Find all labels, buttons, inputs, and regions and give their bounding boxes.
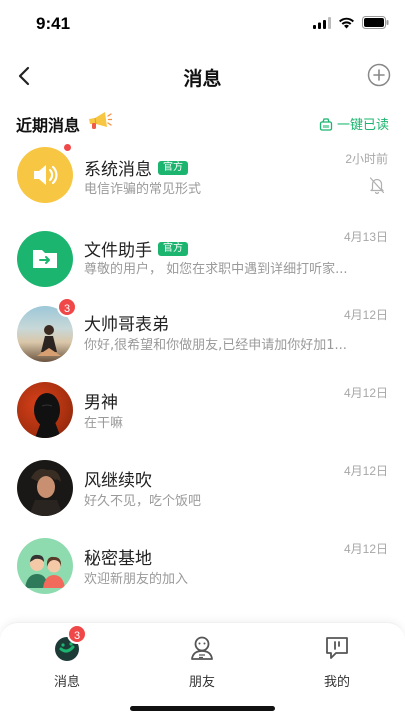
broom-icon — [319, 117, 333, 131]
tab-friends[interactable]: 朋友 — [162, 633, 242, 690]
folder-icon — [33, 250, 57, 268]
home-indicator — [130, 706, 275, 711]
nav-bar: 消息 — [0, 56, 405, 96]
message-time: 4月12日 — [343, 386, 388, 400]
avatar — [17, 231, 73, 287]
group-icon — [25, 554, 65, 588]
list-item[interactable]: 3 大帅哥表弟 你好,很希望和你做朋友,已经申请加你好加1... 4月12日 — [0, 297, 405, 378]
status-time: 9:41 — [36, 14, 71, 33]
message-preview: 尊敬的用户， 如您在求职中遇到详细打听家... — [84, 262, 348, 277]
message-time: 4月12日 — [343, 308, 388, 322]
chat-icon: 3 — [52, 624, 87, 663]
megaphone-icon — [89, 112, 112, 129]
profile-icon — [322, 633, 352, 663]
list-item[interactable]: 文件助手 官方 尊敬的用户， 如您在求职中遇到详细打听家... 4月13日 — [0, 216, 405, 300]
person-photo-icon — [34, 393, 61, 438]
official-tag: 官方 — [158, 161, 188, 175]
contact-name: 秘密基地 — [84, 549, 152, 569]
avatar — [17, 538, 73, 594]
contact-name: 大帅哥表弟 — [84, 315, 169, 335]
message-preview: 在干嘛 — [84, 416, 124, 431]
tab-badge: 3 — [67, 624, 87, 644]
message-time: 2小时前 — [345, 152, 388, 166]
friends-icon — [187, 633, 217, 663]
tab-messages[interactable]: 3 消息 — [27, 624, 107, 690]
contact-name: 系统消息 — [84, 160, 152, 180]
list-item[interactable]: 系统消息 官方 电信诈骗的常见形式 2小时前 — [0, 138, 405, 216]
tab-profile[interactable]: 我的 — [297, 633, 377, 690]
avatar — [17, 460, 73, 516]
avatar — [17, 382, 73, 438]
message-preview: 电信诈骗的常见形式 — [84, 182, 202, 197]
add-icon[interactable] — [367, 63, 391, 87]
contact-name: 风继续吹 — [84, 471, 152, 491]
message-name: 文件助手 官方 — [84, 236, 188, 261]
list-item[interactable]: 男神 在干嘛 4月12日 — [0, 378, 405, 456]
tab-label: 我的 — [323, 675, 350, 690]
mark-all-read-label: 一键已读 — [336, 118, 389, 133]
message-preview: 欢迎新朋友的加入 — [84, 572, 189, 587]
official-tag: 官方 — [158, 242, 188, 256]
message-time: 4月12日 — [343, 542, 388, 556]
page-title: 消息 — [183, 68, 222, 90]
bell-off-icon — [369, 177, 385, 194]
message-name: 系统消息 官方 — [84, 155, 188, 180]
status-bar: 9:41 — [0, 0, 405, 48]
message-preview: 好久不见，吃个饭吧 — [84, 494, 202, 509]
contact-name: 男神 — [84, 393, 118, 413]
avatar — [17, 147, 73, 203]
tab-label: 消息 — [53, 675, 80, 690]
speaker-icon — [34, 165, 58, 185]
tab-label: 朋友 — [188, 675, 215, 690]
signal-icon — [313, 16, 331, 29]
unread-count-badge: 3 — [57, 297, 77, 317]
contact-name: 文件助手 — [84, 241, 152, 261]
wifi-icon — [339, 17, 354, 28]
mark-all-read-button[interactable]: 一键已读 — [319, 114, 389, 133]
battery-icon — [362, 16, 389, 29]
unread-dot — [63, 143, 72, 152]
list-item[interactable]: 秘密基地 欢迎新朋友的加入 4月12日 — [0, 534, 405, 612]
message-time: 4月12日 — [343, 464, 388, 478]
message-time: 4月13日 — [343, 230, 388, 244]
section-title: 近期消息 — [16, 116, 81, 135]
person-photo-icon — [29, 469, 63, 516]
message-preview: 你好,很希望和你做朋友,已经申请加你好加1... — [84, 338, 347, 353]
status-icons — [313, 16, 389, 29]
section-header: 近期消息 一键已读 — [0, 108, 405, 138]
list-item[interactable]: 风继续吹 好久不见，吃个饭吧 4月12日 — [0, 456, 405, 534]
